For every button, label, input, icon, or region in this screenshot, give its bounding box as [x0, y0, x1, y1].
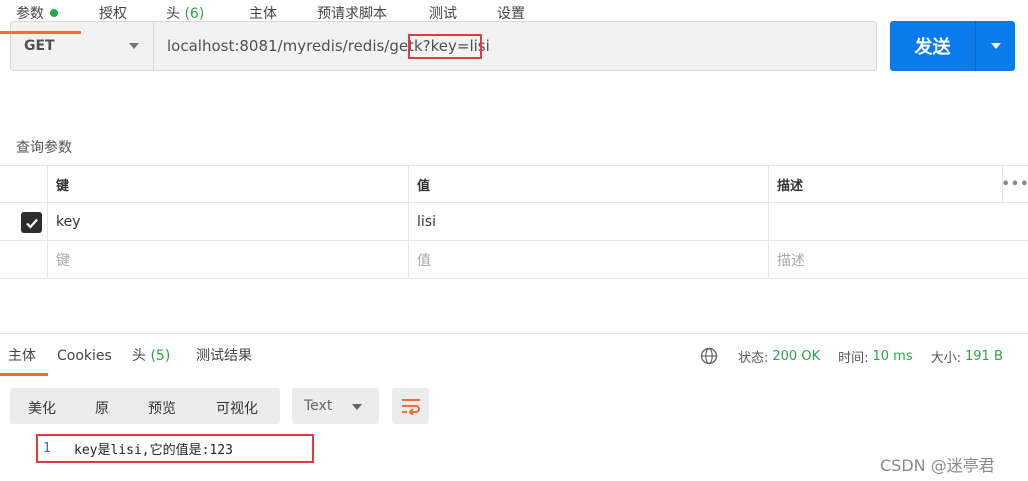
send-button-label[interactable]: 发送	[890, 21, 976, 71]
chevron-down-icon	[352, 404, 362, 410]
response-type-select[interactable]: Text	[292, 388, 379, 424]
tab-response-headers-label: 头	[132, 348, 146, 364]
tab-headers-label: 头	[166, 6, 180, 22]
response-format-toolbar: 美化 原 预览 可视化	[10, 388, 280, 424]
size-value: 191 B	[965, 348, 1003, 364]
tab-prerequest-script[interactable]: 预请求脚本	[317, 0, 387, 34]
wrap-lines-button[interactable]	[392, 388, 429, 424]
param-key-input[interactable]: key	[47, 203, 408, 240]
response-body-editor[interactable]: 1 key是lisi,它的值是:123	[36, 434, 314, 463]
tab-response-headers-count: (5)	[150, 348, 171, 364]
tab-auth[interactable]: 授权	[99, 0, 127, 34]
wrap-lines-icon	[401, 399, 420, 415]
tab-response-body-label: 主体	[8, 348, 36, 364]
tab-response-cookies-label: Cookies	[57, 348, 112, 364]
column-header-key: 键	[47, 166, 408, 202]
response-body-text: key是lisi,它的值是:123	[74, 443, 233, 458]
visualize-button[interactable]: 可视化	[216, 398, 258, 418]
tab-body[interactable]: 主体	[249, 0, 277, 34]
table-row: key lisi	[0, 203, 1028, 241]
response-status-bar: 状态: 200 OK 时间: 10 ms 大小: 191 B	[700, 345, 1003, 367]
watermark-text: CSDN @迷亭君	[880, 456, 995, 475]
time-value: 10 ms	[872, 348, 913, 364]
time-label: 时间:	[838, 350, 869, 366]
tab-response-headers[interactable]: 头 (5)	[132, 346, 170, 376]
response-divider	[0, 333, 1028, 334]
tab-test-results-label: 测试结果	[196, 348, 252, 364]
chevron-down-icon	[990, 43, 1001, 49]
params-table: 键 值 描述 ••• key lisi 键 值 描述	[0, 165, 1028, 279]
tab-params[interactable]: 参数	[0, 0, 81, 34]
tab-settings[interactable]: 设置	[497, 0, 525, 34]
checkmark-icon	[25, 218, 38, 229]
tab-tests[interactable]: 测试	[429, 0, 457, 34]
tab-prerequest-label: 预请求脚本	[317, 6, 387, 22]
column-header-value: 值	[408, 166, 768, 202]
raw-button[interactable]: 原	[95, 398, 109, 418]
column-header-description: 描述	[768, 166, 1002, 202]
param-value-input[interactable]: lisi	[408, 203, 768, 240]
params-table-header: 键 值 描述 •••	[0, 165, 1028, 203]
tab-params-label: 参数	[16, 6, 44, 22]
tab-response-cookies[interactable]: Cookies	[57, 346, 112, 376]
tab-test-results[interactable]: 测试结果	[196, 346, 252, 376]
param-description-input[interactable]	[768, 203, 1002, 240]
new-param-description-input[interactable]: 描述	[768, 241, 1002, 278]
size-label: 大小:	[930, 350, 961, 366]
url-highlight-box	[408, 34, 482, 59]
send-options-button[interactable]	[976, 21, 1015, 71]
tab-tests-label: 测试	[429, 6, 457, 22]
chevron-down-icon	[129, 43, 139, 49]
status-label: 状态:	[738, 350, 769, 366]
tab-headers[interactable]: 头 (6)	[166, 0, 204, 34]
param-enabled-checkbox[interactable]	[21, 212, 42, 233]
new-param-key-input[interactable]: 键	[47, 241, 408, 278]
new-param-value-input[interactable]: 值	[408, 241, 768, 278]
response-type-label: Text	[304, 398, 333, 414]
tab-settings-label: 设置	[497, 6, 525, 22]
table-row-new: 键 值 描述	[0, 241, 1028, 279]
tab-response-body[interactable]: 主体	[0, 346, 48, 376]
tab-body-label: 主体	[249, 6, 277, 22]
send-button[interactable]: 发送	[890, 21, 1015, 71]
line-number: 1	[43, 441, 51, 456]
query-params-heading: 查询参数	[16, 140, 72, 156]
preview-button[interactable]: 预览	[148, 398, 176, 418]
params-active-dot-icon	[50, 9, 58, 17]
status-value: 200 OK	[772, 348, 821, 364]
globe-icon[interactable]	[700, 347, 718, 365]
tab-auth-label: 授权	[99, 6, 127, 22]
pretty-button[interactable]: 美化	[28, 398, 56, 418]
more-options-icon[interactable]: •••	[1002, 166, 1028, 202]
method-label: GET	[24, 38, 55, 54]
tab-headers-count: (6)	[184, 6, 205, 22]
